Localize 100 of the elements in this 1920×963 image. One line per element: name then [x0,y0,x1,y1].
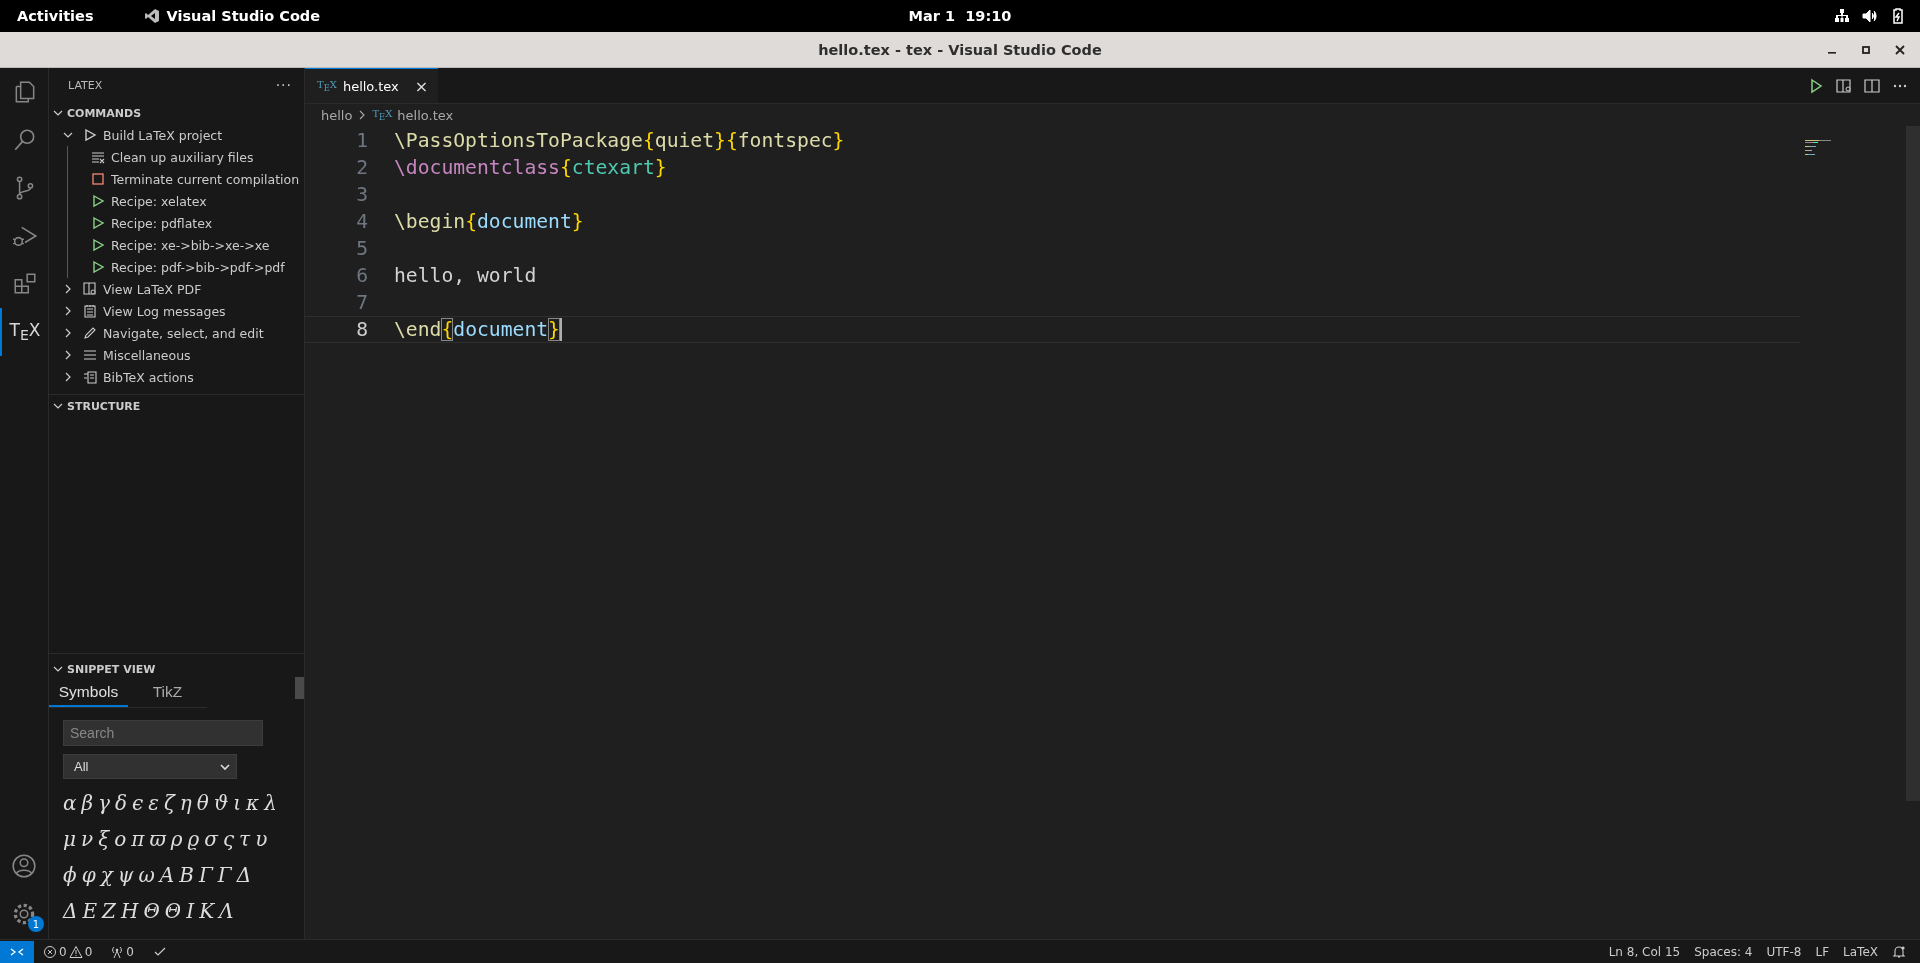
snippet-tab[interactable]: Symbols [49,680,128,707]
pencil-icon [83,326,97,340]
symbol-item[interactable]: I [186,899,195,923]
remote-button[interactable] [0,940,34,963]
symbol-item[interactable]: μ [63,827,76,851]
symbol-item[interactable]: H [120,899,139,923]
breadcrumb-item[interactable]: hello [321,107,353,123]
line-number: 4 [355,210,368,233]
symbol-item[interactable]: σ [204,827,218,851]
tree-item[interactable]: Navigate, select, and edit [49,322,304,344]
section-header[interactable]: SNIPPET VIEW [49,658,304,680]
tree-item[interactable]: Recipe: pdflatex [68,212,304,234]
symbol-item[interactable]: B [179,863,194,887]
bell-icon[interactable] [1892,944,1906,959]
symbol-item[interactable]: ϑ [213,791,229,815]
status-item[interactable]: LaTeX [1843,944,1878,959]
status-item[interactable]: LF [1815,944,1830,959]
tree-item[interactable]: Build LaTeX project [49,124,304,146]
run-icon[interactable] [1808,77,1824,94]
warning-count[interactable]: 0 [84,944,93,959]
symbol-item[interactable]: Λ [219,899,234,923]
activities-button[interactable]: Activities [0,8,112,24]
symbol-item[interactable]: ε [148,791,159,815]
symbol-item[interactable]: ψ [117,863,134,887]
symbol-item[interactable]: ω [138,863,155,887]
error-count[interactable]: 0 [59,944,67,959]
tree-item[interactable]: BibTeX actions [49,366,304,388]
status-item[interactable]: Spaces: 4 [1694,944,1753,959]
symbol-item[interactable]: π [131,827,145,851]
symbol-item[interactable]: A [159,863,175,887]
battery-icon[interactable] [1890,8,1906,24]
tree-item[interactable]: Miscellaneous [49,344,304,366]
symbol-item[interactable]: κ [246,791,260,815]
antenna-icon [110,944,125,959]
code-token: \PassOptionsToPackage [394,129,643,152]
app-name[interactable]: Visual Studio Code [166,8,321,24]
tex-button[interactable]: T$_{E}$X [9,320,41,344]
category-dropdown[interactable]: All [63,754,237,779]
preview-icon[interactable] [1836,77,1852,94]
symbol-item[interactable]: ζ [164,791,175,815]
symbol-item[interactable]: ξ [98,827,110,851]
clock[interactable]: Mar 1 19:10 [908,8,1012,24]
symbol-item[interactable]: η [179,791,192,815]
section-header[interactable]: STRUCTURE [49,395,304,417]
symbol-item[interactable]: Δ [63,899,78,923]
status-item[interactable]: Ln 8, Col 15 [1608,944,1681,959]
symbol-item[interactable]: ϱ [187,827,200,851]
symbol-item[interactable]: ϖ [149,827,166,851]
snippet-tab[interactable]: TikZ [128,680,207,707]
network-icon[interactable] [1834,8,1850,24]
symbol-item[interactable]: Γ [198,863,213,887]
status-item[interactable]: UTF-8 [1766,944,1802,959]
symbol-item[interactable]: ϵ [132,791,144,815]
symbol-item[interactable]: α [63,791,77,815]
search-field[interactable]: Search [63,720,263,746]
tree-item[interactable]: Terminate current compilation [68,168,304,190]
section-header[interactable]: COMMANDS [49,102,304,124]
sidebar-title: LATEX [68,78,103,92]
account-icon[interactable] [11,853,37,879]
symbol-item[interactable]: δ [115,791,128,815]
tree-item[interactable]: View LaTeX PDF [49,278,304,300]
tree-item[interactable]: Clean up auxiliary files [68,146,304,168]
symbol-item[interactable]: ν [81,827,94,851]
tree-item[interactable]: Recipe: xelatex [68,190,304,212]
symbol-item[interactable]: ϕ [63,863,77,887]
symbol-item[interactable]: υ [255,827,268,851]
symbol-item[interactable]: o [114,827,127,851]
symbol-item[interactable]: θ [196,791,209,815]
symbol-item[interactable]: ρ [170,827,183,851]
symbol-item[interactable]: ς [222,827,235,851]
symbol-item[interactable]: Δ [236,863,252,887]
play-icon [91,260,105,274]
symbol-item[interactable]: χ [100,863,113,887]
symbol-item[interactable]: λ [264,791,277,815]
editor-tab[interactable]: T$_{E}$X hello.tex × [305,68,439,103]
symbol-item[interactable]: E [82,899,98,923]
symbol-item[interactable]: γ [98,791,111,815]
tree-item[interactable]: Recipe: pdf->bib->pdf->pdf [68,256,304,278]
symbol-item[interactable]: Θ [143,899,160,923]
ports-count[interactable]: 0 [126,944,134,959]
maximize-icon[interactable] [1860,44,1872,56]
close-icon[interactable] [1894,44,1906,56]
tree-item[interactable]: View Log messages [49,300,304,322]
split-editor-icon[interactable] [1864,77,1880,94]
symbol-item[interactable]: Θ [164,899,182,923]
code-token: }{ [714,129,738,152]
symbol-item[interactable]: φ [81,863,96,887]
symbol-item[interactable]: Z [102,899,116,923]
scrollbar-thumb[interactable] [295,677,304,699]
settings-icon[interactable] [11,901,37,927]
symbol-item[interactable]: ι [233,791,242,815]
symbol-item[interactable]: β [81,791,94,815]
symbol-item[interactable]: Γ [217,863,232,887]
volume-icon[interactable] [1862,8,1878,24]
symbol-item[interactable]: τ [239,827,251,851]
breadcrumb-item[interactable]: hello.tex [397,107,454,123]
tree-item[interactable]: Recipe: xe->bib->xe->xe [68,234,304,256]
close-tab-button[interactable]: × [414,76,429,96]
more-actions-button[interactable]: ··· [275,77,292,93]
symbol-item[interactable]: K [199,899,215,923]
